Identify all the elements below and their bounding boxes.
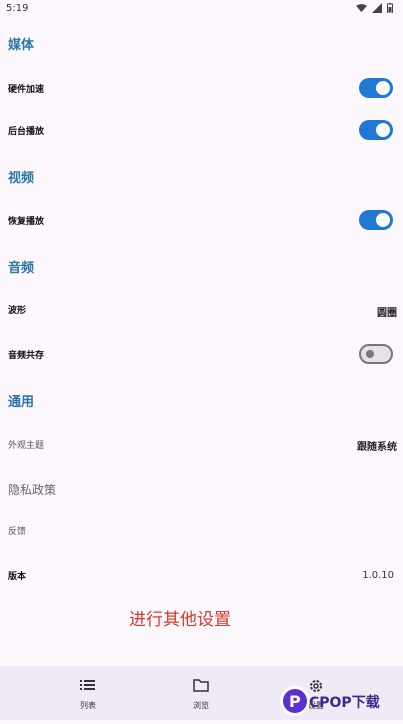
battery-icon: [387, 3, 393, 13]
version-value: 1.0.10: [362, 570, 394, 581]
audio-share-toggle[interactable]: [359, 344, 393, 364]
status-time: 5:19: [6, 3, 29, 14]
section-header-media: 媒体: [8, 38, 35, 53]
audio-share-label: 音频共存: [8, 351, 45, 361]
waveform-label: 波形: [8, 306, 27, 316]
section-header-video: 视频: [8, 171, 35, 186]
resume-play-label: 恢复播放: [8, 217, 45, 227]
signal-icon: [372, 3, 382, 13]
section-header-audio: 音频: [8, 261, 35, 276]
promo-caption: 进行其他设置: [129, 610, 231, 630]
pcpop-watermark: P CPOP下载: [277, 679, 403, 720]
hardware-accel-toggle[interactable]: [359, 78, 393, 98]
list-icon: [80, 680, 95, 690]
svg-text:P: P: [289, 692, 301, 711]
section-header-general: 通用: [8, 395, 35, 410]
waveform-value[interactable]: 圆圈: [377, 304, 397, 319]
nav-label-list: 列表: [80, 701, 96, 710]
wifi-icon: [356, 3, 367, 12]
pcpop-logo: P CPOP下载: [280, 686, 380, 716]
background-play-toggle[interactable]: [359, 120, 393, 140]
privacy-policy-link[interactable]: 隐私政策: [8, 481, 56, 498]
nav-label-browse: 浏览: [193, 701, 209, 710]
theme-label[interactable]: 外观主题: [8, 438, 44, 451]
background-play-label: 后台播放: [8, 127, 45, 137]
nav-item-list[interactable]: 列表: [58, 666, 118, 720]
theme-value[interactable]: 跟随系统: [357, 438, 397, 453]
status-icons: [356, 3, 393, 13]
hardware-accel-label: 硬件加速: [8, 85, 45, 95]
nav-item-browse[interactable]: 浏览: [171, 666, 231, 720]
resume-play-toggle[interactable]: [359, 210, 393, 230]
folder-icon: [193, 679, 209, 692]
feedback-link[interactable]: 反馈: [8, 524, 26, 537]
svg-text:CPOP下载: CPOP下载: [309, 694, 380, 711]
status-bar: 5:19: [0, 0, 403, 20]
version-label: 版本: [8, 572, 27, 582]
